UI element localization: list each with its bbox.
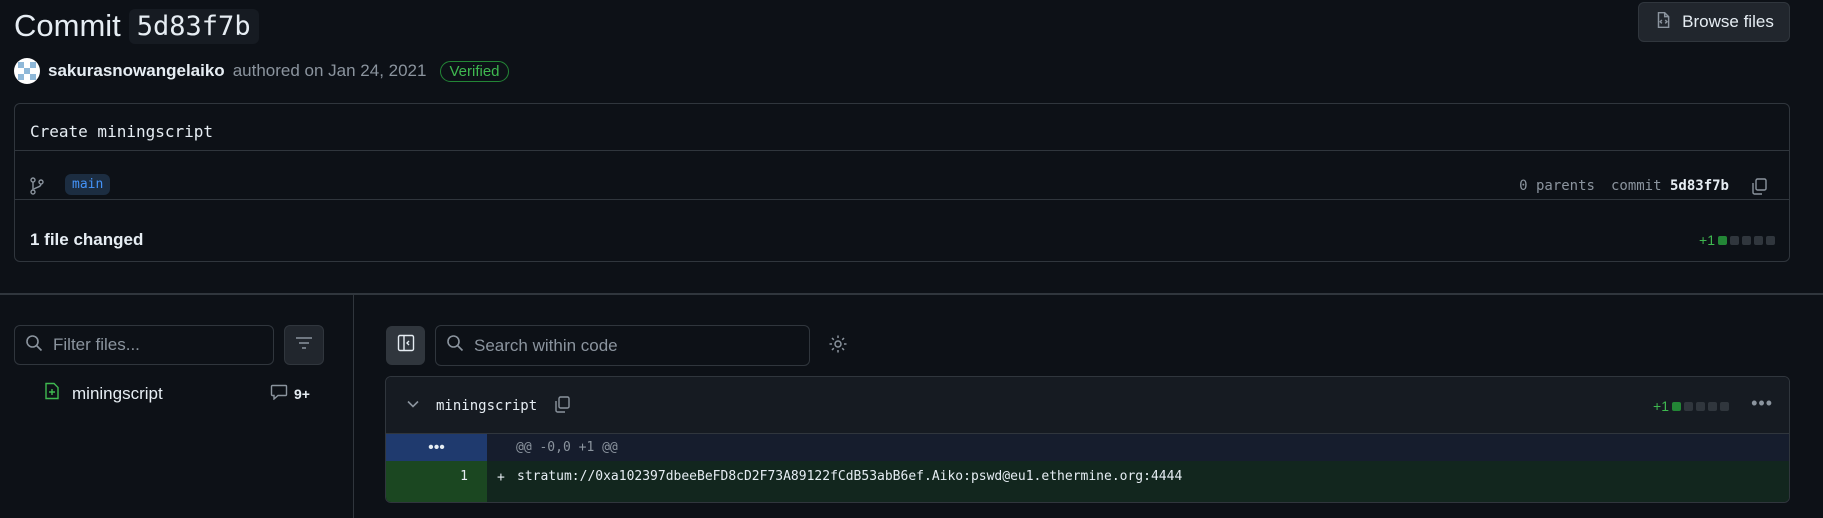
file-diff-name[interactable]: miningscript (436, 398, 537, 414)
page-title: Commit 5d83f7b (14, 4, 259, 48)
diff-sign: + (497, 470, 505, 485)
commit-info-box: Create miningscript main 0 parents commi… (14, 103, 1790, 262)
filter-files-placeholder: Filter files... (53, 335, 140, 354)
comment-count-label: 9+ (294, 385, 310, 402)
comments-count[interactable]: 9+ (270, 384, 310, 403)
diffstat-square (1730, 235, 1739, 245)
more-options-icon[interactable]: ••• (1751, 393, 1773, 414)
section-divider (0, 293, 1823, 295)
diff-line-added: 1 + stratum://0xa102397dbeeBeFD8cD2F73A8… (386, 461, 1789, 502)
author-meta: authored on Jan 24, 2021 (232, 61, 427, 80)
copy-icon[interactable] (1749, 176, 1769, 201)
branch-tag[interactable]: main (65, 174, 111, 195)
avatar[interactable] (14, 58, 40, 84)
additions-count: +1 (1653, 398, 1669, 414)
filter-icon (295, 336, 313, 355)
file-diff: miningscript +1 ••• ••• @@ -0,0 +1 @@ 1 … (385, 376, 1790, 503)
divider (15, 150, 1789, 151)
diff-code: stratum://0xa102397dbeeBeFD8cD2F73A89122… (517, 469, 1183, 484)
verified-badge[interactable]: Verified (440, 60, 509, 82)
diffstat-square (1672, 401, 1681, 411)
diff-stat: +1 (1699, 232, 1775, 248)
diff-stat: +1 (1653, 398, 1729, 414)
expand-hunk-button[interactable]: ••• (386, 434, 487, 461)
diffstat-square (1766, 235, 1775, 245)
sidebar-divider[interactable] (353, 295, 354, 518)
sidebar-collapse-icon (397, 334, 415, 357)
browse-files-button[interactable]: Browse files (1638, 2, 1790, 42)
diffstat-square (1708, 401, 1717, 411)
filter-button[interactable] (284, 325, 324, 365)
hunk-header-row: ••• @@ -0,0 +1 @@ (386, 434, 1789, 461)
file-code-icon (1654, 11, 1672, 34)
file-tree-item[interactable]: miningscript (44, 382, 163, 405)
commit-sha: 5d83f7b (1669, 178, 1729, 194)
search-icon (446, 334, 464, 357)
file-added-icon (44, 382, 60, 405)
commit-message: Create miningscript (30, 122, 214, 141)
file-tree-item-label: miningscript (72, 383, 163, 403)
author-name-link[interactable]: sakurasnowangelaiko (48, 61, 225, 81)
filter-files-input[interactable]: Filter files... (14, 325, 274, 365)
search-icon (25, 334, 43, 357)
gear-icon[interactable] (828, 334, 848, 359)
diffstat-square (1684, 401, 1693, 411)
hunk-header: @@ -0,0 +1 @@ (516, 440, 618, 455)
file-diff-header: miningscript +1 ••• (386, 377, 1789, 434)
line-number[interactable]: 1 (386, 461, 487, 502)
comment-icon (270, 384, 288, 403)
toggle-sidebar-button[interactable] (386, 326, 425, 365)
copy-icon[interactable] (552, 394, 572, 419)
divider (15, 199, 1789, 200)
files-changed-count: 1 file changed (30, 230, 144, 249)
commit-sha-title: 5d83f7b (128, 8, 259, 44)
diffstat-square (1718, 235, 1727, 245)
commit-label: commit (1610, 178, 1662, 194)
commit-title-word: Commit (14, 8, 121, 43)
diffstat-square (1696, 401, 1705, 411)
parents-label: 0 parents (1519, 178, 1595, 194)
parents-info: 0 parents commit 5d83f7b (1519, 178, 1729, 194)
diffstat-square (1754, 235, 1763, 245)
search-code-input[interactable]: Search within code (435, 325, 810, 366)
chevron-down-icon[interactable] (406, 397, 420, 416)
search-code-placeholder: Search within code (474, 335, 618, 355)
additions-count: +1 (1699, 232, 1715, 248)
diffstat-square (1742, 235, 1751, 245)
diffstat-square (1720, 401, 1729, 411)
git-branch-icon (29, 177, 45, 200)
browse-files-label: Browse files (1682, 12, 1774, 31)
author-row: sakurasnowangelaiko authored on Jan 24, … (14, 58, 509, 84)
